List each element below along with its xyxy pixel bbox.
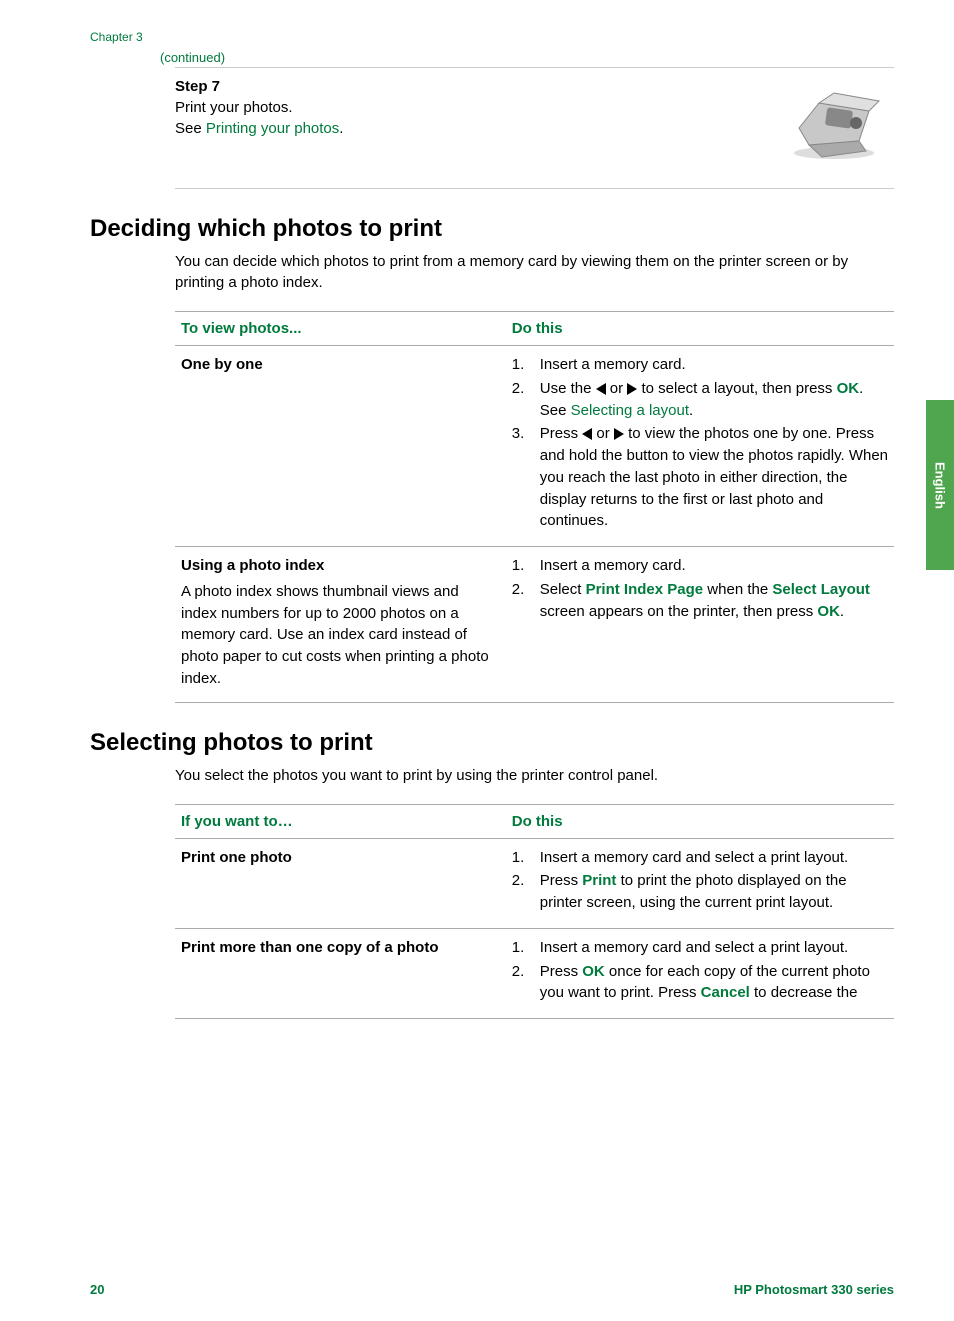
intro-deciding: You can decide which photos to print fro… (175, 251, 894, 293)
row-title-printmore: Print more than one copy of a photo (181, 937, 494, 959)
step-title: Step 7 (175, 78, 654, 95)
cell-print-one: Print one photo (175, 838, 506, 928)
cell-print-more: Print more than one copy of a photo (175, 928, 506, 1018)
table-row: Print more than one copy of a photo Inse… (175, 928, 894, 1018)
list-item: Select Print Index Page when the Select … (512, 579, 888, 623)
table-deciding: To view photos... Do this One by one Ins… (175, 311, 894, 703)
print-label: Print (582, 872, 616, 889)
step-period: . (339, 120, 343, 137)
cell-one-steps: Insert a memory card. Use the or to sele… (506, 346, 894, 547)
cell-index-steps: Insert a memory card. Select Print Index… (506, 547, 894, 703)
th-do-this-b: Do this (506, 804, 894, 838)
list-item: Insert a memory card and select a print … (512, 937, 888, 959)
txt: Press (540, 425, 583, 442)
step-see: See (175, 120, 206, 137)
th-view-photos: To view photos... (175, 312, 506, 346)
table-row: Print one photo Insert a memory card and… (175, 838, 894, 928)
txt: Select (540, 581, 586, 598)
row-title-index: Using a photo index (181, 555, 494, 577)
txt: to decrease the (750, 984, 858, 1001)
table-row: One by one Insert a memory card. Use the… (175, 346, 894, 547)
step-block: Step 7 Print your photos. See Printing y… (175, 67, 894, 189)
list-item: Insert a memory card and select a print … (512, 847, 888, 869)
txt: to select a layout, then press (637, 380, 836, 397)
printer-illustration (774, 78, 894, 158)
heading-deciding: Deciding which photos to print (90, 215, 894, 243)
continued-label: (continued) (160, 50, 894, 65)
table-selecting: If you want to… Do this Print one photo … (175, 804, 894, 1020)
page-number: 20 (90, 1282, 104, 1297)
intro-selecting: You select the photos you want to print … (175, 765, 894, 786)
list-item: Press OK once for each copy of the curre… (512, 961, 888, 1005)
txt: . (689, 402, 693, 419)
page-footer: 20 HP Photosmart 330 series (90, 1282, 894, 1297)
cancel-label: Cancel (701, 984, 750, 1001)
th-do-this-a: Do this (506, 312, 894, 346)
left-arrow-icon (582, 428, 592, 440)
list-item: Insert a memory card. (512, 555, 888, 577)
cell-photo-index: Using a photo index A photo index shows … (175, 547, 506, 703)
txt: Use the (540, 380, 596, 397)
th-if-want: If you want to… (175, 804, 506, 838)
step-line1: Print your photos. (175, 99, 654, 116)
right-arrow-icon (614, 428, 624, 440)
txt: Press (540, 963, 583, 980)
link-selecting-layout[interactable]: Selecting a layout (571, 402, 689, 419)
product-name: HP Photosmart 330 series (734, 1282, 894, 1297)
language-tab: English (926, 400, 954, 570)
cell-one-by-one: One by one (175, 346, 506, 547)
select-layout-label: Select Layout (772, 581, 870, 598)
language-tab-label: English (933, 462, 948, 509)
list-item: Press or to view the photos one by one. … (512, 423, 888, 532)
txt: . (840, 603, 844, 620)
txt: screen appears on the printer, then pres… (540, 603, 818, 620)
right-arrow-icon (627, 383, 637, 395)
list-item: Use the or to select a layout, then pres… (512, 378, 888, 422)
row-desc-index: A photo index shows thumbnail views and … (181, 583, 489, 687)
row-title-one: One by one (181, 354, 494, 376)
txt: Press (540, 872, 583, 889)
heading-selecting: Selecting photos to print (90, 729, 894, 757)
list-item: Press Print to print the photo displayed… (512, 870, 888, 914)
link-printing-photos[interactable]: Printing your photos (206, 120, 339, 137)
chapter-label: Chapter 3 (90, 30, 894, 44)
table-row: Using a photo index A photo index shows … (175, 547, 894, 703)
ok-label: OK (582, 963, 605, 980)
ok-label: OK (817, 603, 840, 620)
txt: or (592, 425, 614, 442)
step-text: Step 7 Print your photos. See Printing y… (175, 78, 654, 141)
txt: or (606, 380, 628, 397)
ok-label: OK (837, 380, 860, 397)
row-title-printone: Print one photo (181, 847, 494, 869)
list-item: Insert a memory card. (512, 354, 888, 376)
cell-printone-steps: Insert a memory card and select a print … (506, 838, 894, 928)
cell-printmore-steps: Insert a memory card and select a print … (506, 928, 894, 1018)
print-index-page-label: Print Index Page (586, 581, 704, 598)
step-line2: See Printing your photos. (175, 120, 654, 137)
txt: when the (703, 581, 772, 598)
left-arrow-icon (596, 383, 606, 395)
